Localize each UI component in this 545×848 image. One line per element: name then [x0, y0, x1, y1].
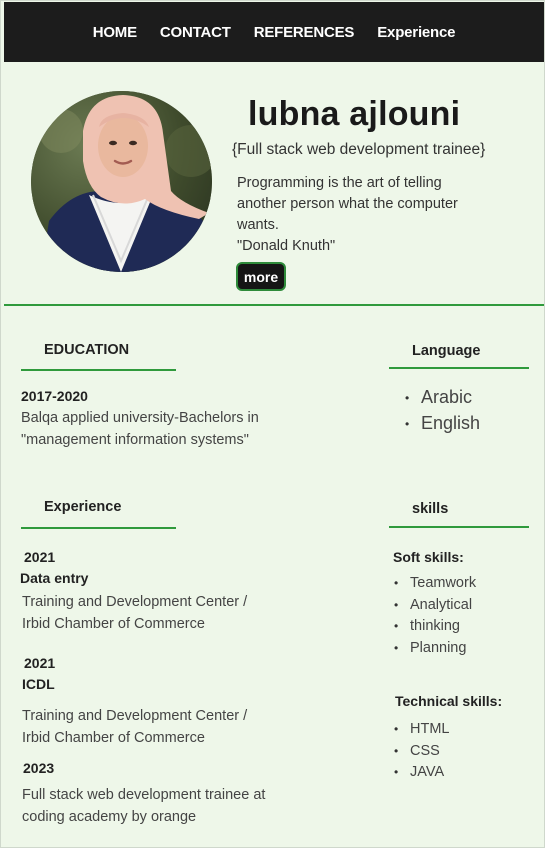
quote-line: Programming is the art of telling — [237, 175, 442, 191]
soft-skill-item: Teamwork — [394, 573, 476, 595]
nav-contact[interactable]: CONTACT — [160, 24, 231, 41]
education-years: 2017-2020 — [21, 388, 88, 404]
education-desc: Balqa applied university-Bachelors in "m… — [21, 407, 259, 451]
experience-desc: Full stack web development trainee at co… — [22, 784, 265, 828]
nav-references[interactable]: REFERENCES — [254, 24, 355, 41]
experience-year: 2021 — [24, 655, 56, 671]
nav-home[interactable]: HOME — [93, 24, 137, 41]
technical-skills-list: HTML CSS JAVA — [394, 719, 449, 784]
language-item: English — [405, 410, 480, 437]
education-line: Balqa applied university-Bachelors in — [21, 410, 259, 426]
skills-underline — [389, 526, 529, 528]
technical-skill-item: HTML — [394, 719, 449, 741]
technical-skill-item: CSS — [394, 741, 449, 763]
profile-quote: Programming is the art of telling anothe… — [237, 173, 492, 257]
quote-author: "Donald Knuth" — [237, 238, 336, 254]
soft-skills-title: Soft skills: — [393, 549, 464, 565]
language-list: Arabic English — [405, 384, 480, 437]
experience-line: Training and Development Center / — [22, 594, 248, 610]
experience-desc: Training and Development Center / Irbid … — [22, 591, 247, 635]
soft-skills-list: Teamwork Analytical thinking Planning — [394, 573, 476, 659]
more-button[interactable]: more — [236, 262, 286, 291]
language-title: Language — [412, 343, 481, 359]
experience-line: Full stack web development trainee at — [22, 787, 266, 803]
soft-skill-item: Planning — [394, 638, 476, 660]
education-title: EDUCATION — [44, 342, 130, 358]
soft-skill-item: Analytical — [394, 595, 476, 617]
technical-skills-title: Technical skills: — [395, 693, 503, 709]
experience-role: ICDL — [22, 676, 55, 692]
skills-title: skills — [412, 501, 449, 517]
hero-divider — [4, 304, 544, 306]
language-underline — [389, 367, 529, 369]
profile-name: lubna ajlouni — [248, 95, 461, 133]
language-item: Arabic — [405, 384, 480, 411]
education-underline — [21, 369, 176, 371]
soft-skill-item-continued: thinking — [394, 616, 476, 638]
experience-role: Data entry — [20, 570, 89, 586]
experience-line: Training and Development Center / — [22, 708, 248, 724]
profile-photo-illustration — [31, 91, 212, 272]
nav-experience[interactable]: Experience — [377, 24, 455, 41]
experience-line: Irbid Chamber of Commerce — [22, 616, 205, 632]
technical-skill-item: JAVA — [394, 762, 449, 784]
top-navbar: HOME CONTACT REFERENCES Experience — [4, 2, 544, 62]
education-line: "management information systems" — [21, 432, 249, 448]
experience-year: 2021 — [24, 549, 56, 565]
quote-line: another person what the computer — [237, 196, 458, 212]
experience-underline — [21, 527, 176, 529]
experience-desc: Training and Development Center / Irbid … — [22, 705, 247, 749]
experience-title: Experience — [44, 499, 122, 515]
profile-photo — [31, 91, 212, 272]
quote-line: wants. — [237, 217, 279, 233]
experience-line: coding academy by orange — [22, 809, 197, 825]
experience-year: 2023 — [23, 760, 55, 776]
experience-line: Irbid Chamber of Commerce — [22, 730, 205, 746]
profile-role: {Full stack web development trainee} — [232, 141, 486, 158]
